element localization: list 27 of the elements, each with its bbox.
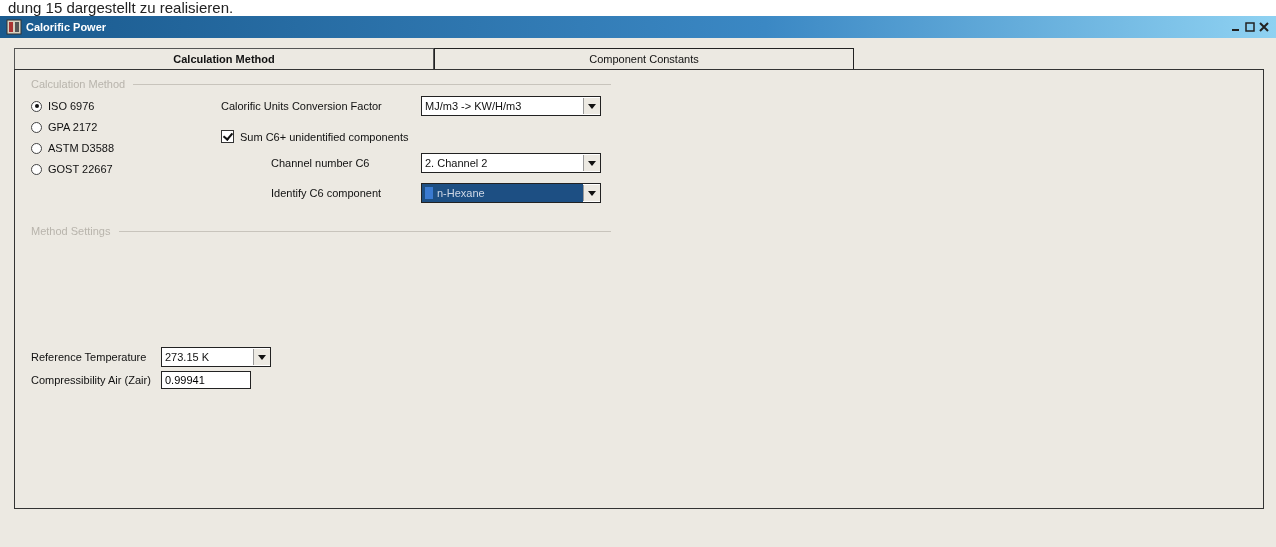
tab[interactable]: Component Constants	[434, 48, 854, 69]
maximize-icon[interactable]	[1244, 21, 1256, 33]
radio-label: GPA 2172	[48, 121, 98, 133]
component-dropdown[interactable]: n-Hexane	[421, 183, 601, 203]
window-title: Calorific Power	[26, 21, 107, 33]
temperature-dropdown[interactable]: 273.15 K	[161, 347, 271, 367]
close-icon[interactable]	[1258, 21, 1270, 33]
app-icon	[6, 19, 22, 35]
unit-dropdown[interactable]: MJ/m3 -> KW/H/m3	[421, 96, 601, 116]
radio-label: GOST 22667	[48, 163, 113, 175]
field-label: Identify C6 component	[270, 187, 383, 199]
radio-button[interactable]	[31, 142, 42, 154]
channel-dropdown[interactable]: 2. Channel 2	[421, 153, 601, 173]
radio-label: ISO 6976	[48, 100, 95, 112]
radio-button[interactable]	[31, 163, 42, 175]
radio-button[interactable]	[31, 121, 42, 133]
field-label: Channel number C6	[270, 157, 371, 169]
radio-button[interactable]	[31, 100, 42, 112]
compressibility-field[interactable]: 0.99941	[161, 371, 251, 389]
field-label: Calorific Units Conversion Factor	[221, 100, 383, 112]
field-label: Reference Temperature	[31, 351, 148, 363]
checkbox[interactable]	[221, 130, 234, 143]
tab[interactable]: Calculation Method	[14, 48, 434, 69]
radio-label: ASTM D3588	[48, 142, 115, 154]
caption-text: dung 15 dargestellt zu realisieren.	[7, 0, 235, 16]
checkbox-label: Sum C6+ unidentified components	[240, 130, 409, 143]
field-label: Compressibility Air (Zair)	[31, 374, 152, 386]
